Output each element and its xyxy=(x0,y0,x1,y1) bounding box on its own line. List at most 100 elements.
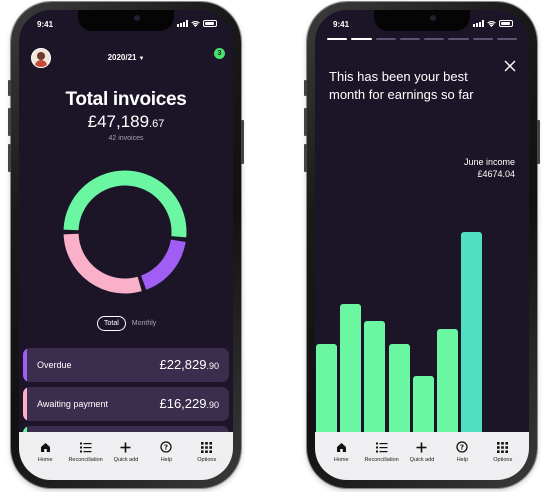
chevron-down-icon: ▼ xyxy=(138,56,145,62)
overdue-color-bar xyxy=(23,348,27,382)
volume-down-button xyxy=(304,144,307,172)
highlight-value: £4674.04 xyxy=(477,169,515,179)
progress-segment xyxy=(424,38,445,40)
tab-quick-add[interactable]: Quick add xyxy=(403,440,441,480)
earnings-bar[interactable] xyxy=(388,344,410,432)
awaiting-value-decimal: .90 xyxy=(206,400,219,410)
toggle-monthly[interactable]: Monthly xyxy=(132,320,157,327)
tab-label: Help xyxy=(160,457,173,463)
overdue-card[interactable]: Overdue £22,829.90 xyxy=(23,348,229,382)
earnings-story-screen: 9:41 This has been your best month for e… xyxy=(315,10,529,480)
svg-text:?: ? xyxy=(164,444,168,452)
reconciliation-icon xyxy=(375,442,388,452)
progress-segment xyxy=(375,38,396,40)
awaiting-value-main: £16,229 xyxy=(159,396,207,411)
overdue-label: Overdue xyxy=(37,360,72,370)
volume-up-button xyxy=(8,108,11,136)
earnings-bar[interactable] xyxy=(364,320,386,432)
battery-icon xyxy=(499,20,513,27)
highlight-month: June income xyxy=(463,157,515,167)
progress-segment xyxy=(496,38,517,40)
invoice-count: 42 invoices xyxy=(108,135,144,142)
wifi-icon xyxy=(487,20,496,27)
camera xyxy=(430,15,436,21)
awaiting-value: £16,229.90 xyxy=(159,396,219,411)
donut-segment-awaiting-payment[interactable] xyxy=(63,233,142,294)
donut-segment-paid[interactable] xyxy=(63,170,187,238)
home-icon xyxy=(40,442,50,452)
close-icon[interactable] xyxy=(503,59,517,73)
wifi-icon xyxy=(191,20,200,27)
overdue-value: £22,829.90 xyxy=(159,357,219,372)
earnings-bar-highlight[interactable] xyxy=(461,232,483,432)
notification-badge[interactable]: 3 xyxy=(214,48,225,59)
signal-icon xyxy=(177,20,188,27)
awaiting-label: Awaiting payment xyxy=(37,399,108,409)
tab-reconciliation[interactable]: Reconciliation xyxy=(67,440,105,480)
story-progress xyxy=(327,38,517,40)
tab-options[interactable]: Options xyxy=(188,440,226,480)
progress-segment xyxy=(399,38,420,40)
reconciliation-icon xyxy=(79,442,92,452)
tab-label: Quick add xyxy=(409,457,435,463)
tab-options[interactable]: Options xyxy=(484,440,522,480)
status-icons xyxy=(177,20,217,27)
status-time: 9:41 xyxy=(333,20,350,29)
total-amount-main: £47,189 xyxy=(87,112,150,131)
story-headline: This has been your best month for earnin… xyxy=(329,69,474,102)
tab-help[interactable]: ? Help xyxy=(147,440,185,480)
phone-right: 9:41 This has been your best month for e… xyxy=(304,2,540,488)
mute-switch xyxy=(304,80,307,96)
earnings-bar[interactable] xyxy=(316,344,337,432)
overdue-value-main: £22,829 xyxy=(159,357,207,372)
grid-icon xyxy=(497,441,509,453)
awaiting-color-bar xyxy=(23,387,27,421)
help-icon: ? xyxy=(456,441,469,453)
tab-bar: Home Reconciliation Quick add ? Help Opt… xyxy=(19,432,233,480)
donut-segment-overdue[interactable] xyxy=(140,239,186,290)
volume-up-button xyxy=(304,108,307,136)
phone-left: 9:41 2020/21 ▼ 3 Total invoices £47,189.6… xyxy=(8,2,244,488)
progress-segment xyxy=(448,38,469,40)
highlight-label: June income £4674.04 xyxy=(464,156,515,180)
tab-label: Home xyxy=(333,457,349,463)
earnings-bar-chart xyxy=(316,232,528,432)
home-icon xyxy=(336,442,346,452)
tab-home[interactable]: Home xyxy=(26,440,64,480)
year-label: 2020/21 xyxy=(107,53,137,62)
tab-label: Reconciliation xyxy=(68,457,103,463)
earnings-bar[interactable] xyxy=(412,376,434,432)
tab-bar: Home Reconciliation Quick add ? Help Opt… xyxy=(315,432,529,480)
svg-text:?: ? xyxy=(460,444,464,452)
tab-quick-add[interactable]: Quick add xyxy=(107,440,145,480)
earnings-bar[interactable] xyxy=(437,329,458,432)
mute-switch xyxy=(8,80,11,96)
total-amount: £47,189.67 xyxy=(19,112,233,132)
volume-down-button xyxy=(8,144,11,172)
plus-icon xyxy=(416,442,427,452)
tab-label: Options xyxy=(197,457,217,463)
help-icon: ? xyxy=(160,441,173,453)
year-selector[interactable]: 2020/21 ▼ xyxy=(19,53,233,62)
plus-icon xyxy=(120,442,131,452)
period-toggle: Total Monthly xyxy=(97,316,156,331)
tab-label: Help xyxy=(456,457,469,463)
tab-home[interactable]: Home xyxy=(322,440,360,480)
grid-icon xyxy=(201,441,213,453)
tab-label: Home xyxy=(37,457,53,463)
tab-label: Reconciliation xyxy=(364,457,399,463)
tab-label: Quick add xyxy=(113,457,139,463)
awaiting-payment-card[interactable]: Awaiting payment £16,229.90 xyxy=(23,387,229,421)
battery-icon xyxy=(203,20,217,27)
tab-reconciliation[interactable]: Reconciliation xyxy=(363,440,401,480)
tab-help[interactable]: ? Help xyxy=(443,440,481,480)
status-time: 9:41 xyxy=(37,20,54,29)
power-button xyxy=(241,120,244,164)
power-button xyxy=(537,120,540,164)
progress-segment xyxy=(472,38,493,40)
invoices-screen: 9:41 2020/21 ▼ 3 Total invoices £47,189.6… xyxy=(19,10,233,480)
invoice-donut-chart[interactable] xyxy=(63,170,187,294)
toggle-total[interactable]: Total xyxy=(97,316,126,331)
progress-segment xyxy=(351,38,372,40)
earnings-bar[interactable] xyxy=(340,303,362,432)
